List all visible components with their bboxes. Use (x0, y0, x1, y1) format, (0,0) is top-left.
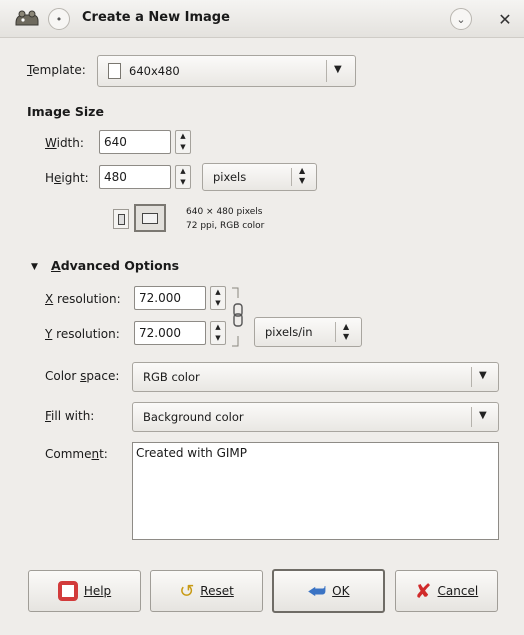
updown-arrows-icon: ▲ ▼ (299, 166, 306, 185)
chevron-down-icon: ▼ (479, 410, 487, 421)
color-space-combo[interactable]: RGB color ▼ (132, 362, 499, 392)
size-unit-value: pixels (213, 170, 247, 184)
image-size-heading: Image Size (27, 104, 104, 119)
size-unit-combo[interactable]: pixels ▲ ▼ (202, 163, 317, 191)
resolution-unit-combo[interactable]: pixels/in ▲ ▼ (254, 317, 362, 347)
width-label: Width: (45, 136, 84, 150)
ok-button-label: OK (332, 584, 350, 598)
fill-with-value: Background color (143, 410, 244, 424)
width-input[interactable]: 640 (99, 130, 171, 154)
cancel-button[interactable]: ✘ Cancel (395, 570, 498, 612)
gimp-wilber-icon[interactable] (14, 9, 40, 29)
help-button[interactable]: Help (28, 570, 141, 612)
y-resolution-label: Y resolution: (45, 327, 120, 341)
close-icon[interactable]: ✕ (494, 8, 516, 30)
title-bar: • Create a New Image ⌄ ✕ (0, 0, 524, 38)
x-resolution-label: X resolution: (45, 292, 121, 306)
fill-with-combo[interactable]: Background color ▼ (132, 402, 499, 432)
reset-button[interactable]: ↺ Reset (150, 570, 263, 612)
template-label: Template: (27, 63, 86, 77)
height-spinner[interactable]: ▲ ▼ (175, 165, 191, 189)
fill-with-label: Fill with: (45, 409, 95, 423)
cancel-button-label: Cancel (437, 584, 479, 598)
y-resolution-input[interactable]: 72.000 (134, 321, 206, 345)
comment-text: Created with GIMP (136, 446, 248, 460)
updown-arrows-icon: ▲ ▼ (343, 322, 350, 341)
width-spinner[interactable]: ▲ ▼ (175, 130, 191, 154)
reset-icon: ↺ (179, 580, 195, 602)
arrow-left-icon: ⮨ (307, 579, 327, 603)
lifebuoy-icon (57, 581, 78, 601)
chain-link-icon[interactable] (230, 286, 244, 348)
chevron-down-icon: ▼ (334, 64, 342, 75)
page-icon (108, 63, 121, 79)
reset-button-label: Reset (200, 584, 234, 598)
portrait-orientation-icon[interactable] (113, 209, 129, 229)
resolution-unit-value: pixels/in (265, 325, 313, 339)
advanced-options-expander[interactable]: Advanced Options (51, 258, 179, 273)
color-space-value: RGB color (143, 370, 200, 384)
red-x-icon: ✘ (414, 579, 432, 603)
triangle-down-icon[interactable]: ▼ (31, 262, 38, 272)
image-dimensions-text: 640 × 480 pixels (186, 207, 263, 217)
comment-label: Comment: (45, 447, 108, 461)
chevron-down-icon[interactable]: ⌄ (450, 8, 472, 30)
help-button-label: Help (83, 584, 112, 598)
height-label: Height: (45, 171, 89, 185)
image-resolution-text: 72 ppi, RGB color (186, 221, 265, 231)
template-combo[interactable]: 640x480 ▼ (97, 55, 356, 87)
comment-textarea[interactable]: Created with GIMP (132, 442, 499, 540)
x-resolution-spinner[interactable]: ▲ ▼ (210, 286, 226, 310)
landscape-orientation-icon[interactable] (134, 204, 166, 232)
chevron-down-icon: ▼ (479, 370, 487, 381)
window-title: Create a New Image (82, 10, 230, 25)
template-value: 640x480 (129, 64, 180, 78)
y-resolution-spinner[interactable]: ▲ ▼ (210, 321, 226, 345)
window-menu-icon[interactable]: • (48, 8, 70, 30)
x-resolution-input[interactable]: 72.000 (134, 286, 206, 310)
ok-button[interactable]: ⮨ OK (272, 569, 385, 613)
color-space-label: Color space: (45, 369, 120, 383)
image-info: 640 × 480 pixels 72 ppi, RGB color (186, 205, 264, 233)
height-input[interactable]: 480 (99, 165, 171, 189)
